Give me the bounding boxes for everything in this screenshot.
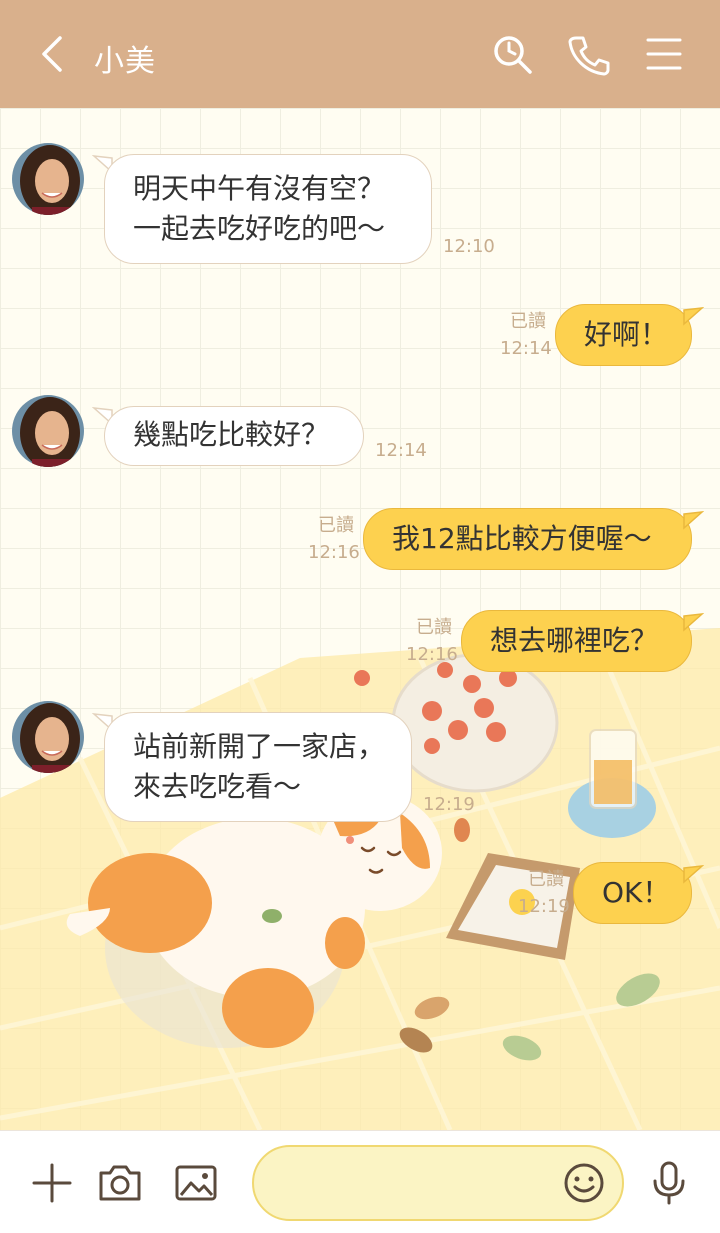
message-text: 站前新開了一家店， (133, 730, 386, 763)
microphone-icon[interactable] (645, 1159, 693, 1207)
message-timestamp: 12:14 (500, 338, 552, 359)
bubble-tail (683, 613, 704, 632)
bubble-tail (683, 511, 704, 530)
message-text: 幾點吃比較好？ (133, 418, 330, 451)
outgoing-message-bubble[interactable]: 想去哪裡吃？ (461, 610, 692, 672)
back-arrow-icon[interactable] (30, 30, 74, 78)
message-text: 我12點比較方便喔～ (392, 522, 652, 555)
chat-header: 小美 (0, 0, 720, 108)
message-input-field[interactable] (252, 1145, 624, 1221)
outgoing-message-bubble[interactable]: OK！ (573, 862, 692, 924)
read-receipt: 已讀 (416, 617, 452, 638)
message-timestamp: 12:16 (308, 542, 360, 563)
search-icon[interactable] (488, 30, 536, 78)
incoming-message-bubble[interactable]: 幾點吃比較好？ (104, 406, 364, 466)
read-receipt: 已讀 (528, 869, 564, 890)
camera-icon[interactable] (96, 1159, 144, 1207)
contact-avatar[interactable] (12, 395, 84, 467)
phone-icon[interactable] (564, 30, 612, 78)
message-text-input[interactable] (278, 1163, 562, 1205)
message-text: 來去吃吃看～ (133, 770, 302, 803)
menu-icon[interactable] (640, 30, 688, 78)
message-text: OK！ (602, 876, 671, 909)
emoji-icon[interactable] (562, 1161, 606, 1205)
outgoing-message-bubble[interactable]: 我12點比較方便喔～ (363, 508, 692, 570)
outgoing-message-bubble[interactable]: 好啊！ (555, 304, 692, 366)
image-icon[interactable] (172, 1159, 220, 1207)
message-timestamp: 12:19 (518, 896, 570, 917)
chat-area[interactable]: 明天中午有沒有空？ 一起去吃好吃的吧～ 12:10 已讀 12:14 好啊！ 幾… (0, 108, 720, 1130)
message-timestamp: 12:16 (406, 644, 458, 665)
message-text: 明天中午有沒有空？ (133, 172, 386, 205)
message-timestamp: 12:14 (375, 440, 427, 461)
plus-icon[interactable] (28, 1159, 76, 1207)
contact-avatar[interactable] (12, 143, 84, 215)
message-text: 想去哪裡吃？ (490, 624, 659, 657)
message-timestamp: 12:10 (443, 236, 495, 257)
incoming-message-bubble[interactable]: 明天中午有沒有空？ 一起去吃好吃的吧～ (104, 154, 432, 264)
contact-name: 小美 (94, 44, 156, 79)
message-timestamp: 12:19 (423, 794, 475, 815)
bubble-tail (683, 865, 704, 884)
message-input-bar (0, 1130, 720, 1233)
incoming-message-bubble[interactable]: 站前新開了一家店， 來去吃吃看～ (104, 712, 412, 822)
message-text: 一起去吃好吃的吧～ (133, 212, 386, 245)
contact-avatar[interactable] (12, 701, 84, 773)
message-text: 好啊！ (584, 318, 669, 351)
read-receipt: 已讀 (318, 515, 354, 536)
bubble-tail (683, 307, 704, 326)
read-receipt: 已讀 (510, 311, 546, 332)
